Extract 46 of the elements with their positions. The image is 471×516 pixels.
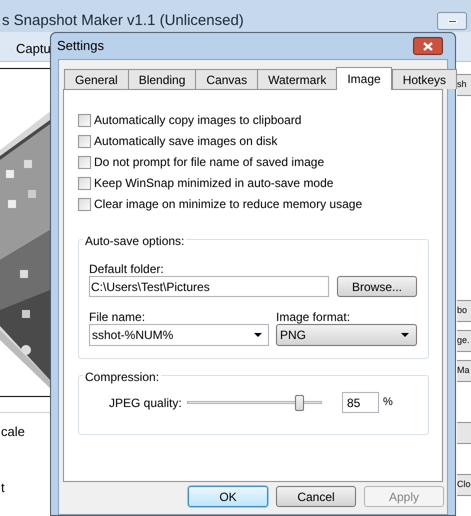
input-field[interactable]: C:\Users\Test\Pictures [89, 276, 329, 297]
file-name-combo[interactable]: sshot-%NUM% [89, 324, 269, 346]
close-button[interactable] [413, 37, 443, 55]
dropdown-arrow-icon [401, 333, 409, 337]
slider-label: JPEG quality: [109, 394, 183, 412]
dialog-button[interactable]: Cancel [276, 486, 356, 507]
checkbox[interactable] [78, 134, 91, 148]
tab[interactable]: Hotkeys [392, 69, 458, 89]
checkbox[interactable] [78, 176, 91, 190]
field-label: Image format: [276, 309, 352, 324]
checkbox-label: Do not prompt for file name of saved image [94, 154, 324, 171]
list-item[interactable]: t [1, 478, 5, 498]
image-format-dropdown[interactable]: PNG [276, 324, 417, 346]
tab[interactable]: Canvas [195, 69, 258, 89]
side-button[interactable]: sh [457, 74, 471, 96]
minimize-button[interactable] [437, 12, 467, 30]
list-item[interactable]: cale [1, 422, 25, 442]
close-icon [423, 42, 433, 50]
dialog-button[interactable]: OK [188, 486, 268, 507]
checkbox-label: Keep WinSnap minimized in auto-save mode [94, 175, 334, 192]
quality-field[interactable]: 85 [342, 392, 379, 413]
unit-label: % [383, 395, 393, 410]
checkbox-label: Clear image on minimize to reduce memory usage [94, 196, 362, 213]
checkbox[interactable] [78, 198, 91, 210]
dialog-title: Settings [57, 37, 104, 56]
checkbox[interactable] [78, 156, 91, 168]
checkbox-label: Automatically save images on disk [94, 133, 278, 150]
side-button[interactable]: bo [457, 300, 471, 322]
tab[interactable]: Blending [128, 69, 196, 89]
side-button[interactable] [457, 422, 471, 444]
side-button[interactable]: Ma [457, 360, 471, 382]
field-label: Default folder: [89, 261, 165, 274]
dropdown-arrow-icon [254, 333, 262, 337]
checkbox[interactable] [78, 114, 91, 126]
menu-item[interactable]: Captu [16, 39, 51, 58]
tab[interactable]: Image [336, 67, 392, 90]
side-button[interactable]: ge. [457, 330, 471, 352]
tab[interactable]: General [64, 69, 129, 89]
browse-button[interactable]: Browse... [337, 276, 417, 297]
field-label: File name: [89, 309, 146, 324]
tab[interactable]: Watermark [257, 69, 338, 89]
checkbox-label: Automatically copy images to clipboard [94, 112, 302, 129]
slider[interactable] [187, 392, 322, 412]
side-button[interactable]: Clo [457, 474, 471, 496]
slider-thumb[interactable] [295, 394, 304, 410]
window-title: s Snapshot Maker v1.1 (Unlicensed) [2, 11, 244, 31]
